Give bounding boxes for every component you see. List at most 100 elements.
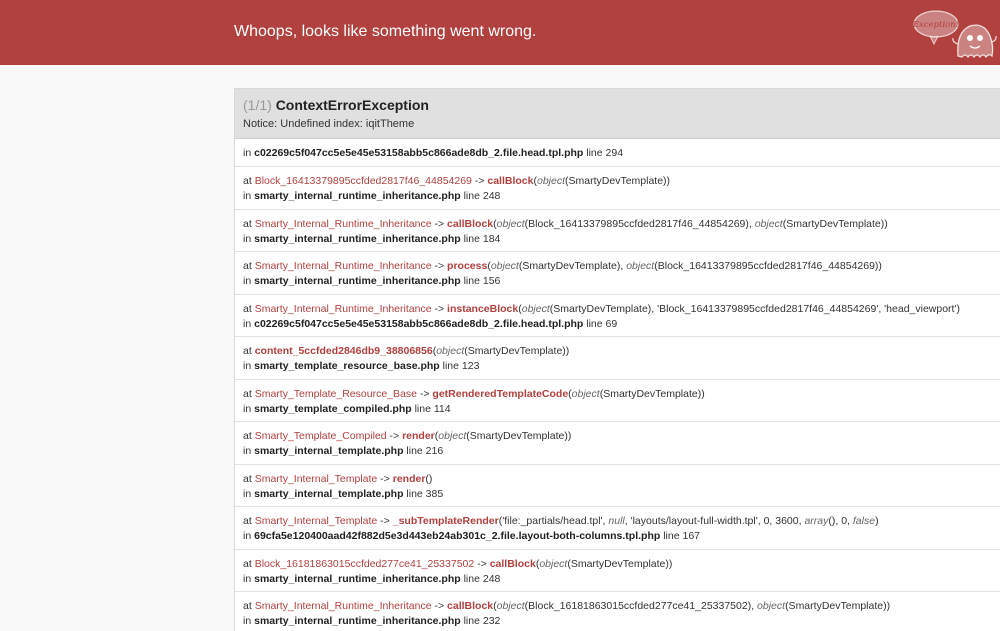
- trace-function: _subTemplateRender: [392, 515, 499, 527]
- trace-location: in smarty_internal_runtime_inheritance.p…: [243, 614, 992, 629]
- trace-arg: (SmartyDevTemplate)): [567, 557, 673, 570]
- trace-class[interactable]: Smarty_Internal_Runtime_Inheritance: [255, 600, 432, 612]
- trace-arrow: ->: [474, 175, 485, 187]
- trace-location: in smarty_template_resource_base.php lin…: [243, 359, 992, 374]
- trace-location: in smarty_template_compiled.php line 114: [243, 402, 992, 417]
- trace-arg: (SmartyDevTemplate)): [466, 430, 572, 442]
- trace-class[interactable]: Smarty_Internal_Runtime_Inheritance: [255, 303, 432, 315]
- trace-prefix: at: [243, 557, 252, 570]
- trace-function: process: [447, 260, 488, 272]
- trace-class[interactable]: Smarty_Template_Compiled: [255, 430, 387, 442]
- trace-frame: at Smarty_Internal_Runtime_Inheritance -…: [235, 592, 1000, 631]
- trace-location: in smarty_internal_template.php line 216: [243, 444, 992, 459]
- trace-in: in: [243, 615, 252, 627]
- trace-prefix: at: [243, 217, 252, 230]
- trace-file: smarty_internal_runtime_inheritance.php: [254, 275, 461, 287]
- trace-file: smarty_internal_runtime_inheritance.php: [254, 232, 461, 245]
- exception-title: (1/1) ContextErrorException: [243, 97, 992, 113]
- trace-in: in: [243, 572, 252, 585]
- trace-arg: (SmartyDevTemplate)): [785, 600, 891, 612]
- trace-in: in: [243, 232, 252, 245]
- trace-prefix: at: [243, 175, 252, 187]
- trace-class[interactable]: Smarty_Internal_Template: [255, 473, 378, 485]
- trace-call: at content_5ccfded2846db9_38806856(objec…: [243, 344, 992, 359]
- trace-class[interactable]: Smarty_Internal_Runtime_Inheritance: [255, 218, 432, 230]
- trace-arg: ('file:_partials/head.tpl',: [498, 515, 609, 527]
- trace-line: line 216: [406, 445, 444, 457]
- trace-arg: null: [608, 515, 625, 527]
- trace-line: line 232: [463, 615, 501, 627]
- trace-line: line 114: [414, 402, 451, 415]
- trace-location: in smarty_internal_runtime_inheritance.p…: [243, 274, 992, 289]
- trace-file: smarty_template_compiled.php: [254, 402, 412, 415]
- trace-class[interactable]: Smarty_Internal_Template: [255, 515, 378, 527]
- trace-file: smarty_internal_template.php: [254, 487, 404, 500]
- trace-arg: (SmartyDevTemplate)): [782, 217, 888, 230]
- trace-arg: object: [571, 387, 600, 400]
- trace-frame: at Smarty_Internal_Runtime_Inheritance -…: [235, 252, 1000, 295]
- trace-line: line 385: [406, 487, 444, 500]
- trace-arg: (SmartyDevTemplate)): [464, 345, 570, 357]
- trace-arg: object: [626, 260, 655, 272]
- trace-file: smarty_internal_runtime_inheritance.php: [254, 190, 461, 202]
- trace-function: render: [402, 430, 435, 442]
- trace-location: in smarty_internal_runtime_inheritance.p…: [243, 232, 992, 247]
- trace-file: c02269c5f047cc5e5e45e53158abb5c866ade8db…: [254, 317, 584, 330]
- trace-in: in: [243, 275, 252, 287]
- trace-arg: false: [852, 515, 876, 527]
- trace-prefix: at: [243, 345, 255, 357]
- trace-arg: object: [521, 302, 550, 315]
- trace-prefix: at: [243, 387, 252, 400]
- trace-line: line 248: [463, 190, 501, 202]
- trace-arrow: ->: [434, 600, 445, 612]
- trace-arg: (SmartyDevTemplate),: [518, 260, 627, 272]
- trace-arrow: ->: [380, 472, 390, 485]
- trace-arrow: ->: [477, 557, 487, 570]
- trace-in: in: [243, 530, 252, 542]
- trace-prefix: at: [243, 302, 252, 315]
- exception-badge-text: Exception!: [912, 20, 959, 30]
- trace-call: at Smarty_Template_Compiled -> render(ob…: [243, 429, 992, 444]
- trace-arg: (SmartyDevTemplate), 'Block_16413379895c…: [549, 302, 960, 315]
- trace-arg: (), 0,: [828, 515, 853, 527]
- stack-trace: at Block_16413379895ccfded2817f46_448542…: [235, 167, 1000, 631]
- trace-arg: object: [754, 217, 783, 230]
- trace-call: at Smarty_Internal_Runtime_Inheritance -…: [243, 217, 992, 232]
- exception-ghost-icon: Exception!: [912, 10, 997, 59]
- trace-class[interactable]: Block_16413379895ccfded2817f46_44854269: [255, 175, 472, 187]
- trace-function: callBlock: [487, 175, 534, 187]
- trace-class[interactable]: Smarty_Internal_Runtime_Inheritance: [255, 260, 432, 272]
- trace-arg: (): [425, 472, 433, 485]
- trace-location: in c02269c5f047cc5e5e45e53158abb5c866ade…: [243, 317, 992, 332]
- trace-call: at Smarty_Template_Resource_Base -> getR…: [243, 387, 992, 402]
- trace-class[interactable]: Block_16181863015ccfded277ce41_25337502: [255, 558, 475, 570]
- page-title: Whoops, looks like something went wrong.: [234, 23, 537, 40]
- trace-line: line 156: [463, 275, 501, 287]
- trace-prefix: at: [243, 600, 252, 612]
- trace-frame: at Smarty_Internal_Runtime_Inheritance -…: [235, 210, 1000, 252]
- trace-location: in smarty_internal_runtime_inheritance.p…: [243, 189, 992, 204]
- trace-arg: object: [436, 345, 465, 357]
- trace-prefix: at: [243, 472, 252, 485]
- trace-in: in: [243, 487, 252, 500]
- trace-location: in smarty_internal_runtime_inheritance.p…: [243, 572, 992, 587]
- trace-arg: (Block_16413379895ccfded2817f46_44854269…: [654, 260, 882, 272]
- trace-in: in: [243, 402, 252, 415]
- trace-prefix: at: [243, 260, 252, 272]
- trace-file: smarty_internal_template.php: [254, 445, 404, 457]
- trace-line: line 167: [663, 530, 700, 542]
- trace-function: callBlock: [489, 557, 536, 570]
- trace-frame: at Block_16413379895ccfded2817f46_448542…: [235, 167, 1000, 210]
- trace-frame: at content_5ccfded2846db9_38806856(objec…: [235, 337, 1000, 380]
- trace-class[interactable]: Smarty_Template_Resource_Base: [255, 388, 417, 400]
- trace-frame: at Smarty_Template_Resource_Base -> getR…: [235, 380, 1000, 422]
- trace-call: at Block_16181863015ccfded277ce41_253375…: [243, 557, 992, 572]
- trace-in: in: [243, 445, 252, 457]
- trace-arg: object: [438, 430, 467, 442]
- trace-arg: array: [804, 515, 829, 527]
- trace-arg: (SmartyDevTemplate)): [599, 387, 705, 400]
- trace-arrow: ->: [419, 387, 430, 400]
- trace-first-location: in c02269c5f047cc5e5e45e53158abb5c866ade…: [235, 139, 1000, 167]
- trace-function: callBlock: [447, 217, 494, 230]
- trace-in: in: [243, 317, 252, 330]
